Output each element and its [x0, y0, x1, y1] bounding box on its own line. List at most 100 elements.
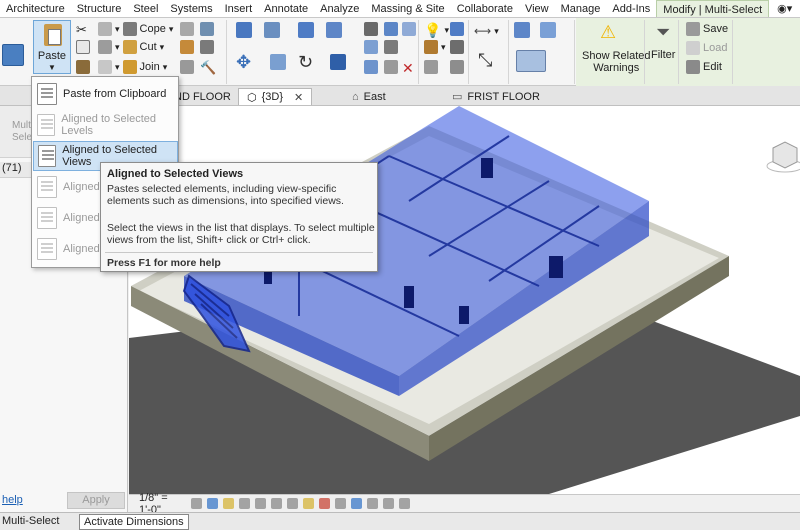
hammer-button[interactable]: 🔨 — [200, 60, 216, 76]
delete-button[interactable]: ✕ — [402, 60, 414, 77]
tab-steel[interactable]: Steel — [127, 0, 164, 17]
load-selection-button[interactable]: Load — [686, 41, 727, 55]
analytical-model-icon[interactable] — [367, 498, 378, 509]
apply-button[interactable]: Apply — [67, 492, 125, 509]
rotate-button[interactable]: ↻ — [298, 52, 313, 73]
cut-to-clipboard-button[interactable]: ✂ — [76, 22, 87, 38]
split-button[interactable] — [364, 22, 378, 36]
view-tool-1-button[interactable] — [450, 22, 464, 36]
unpin-button[interactable] — [384, 60, 398, 74]
sun-path-icon[interactable] — [223, 498, 234, 509]
mirror-axis-button[interactable] — [298, 22, 314, 38]
tab-modify-multi-select[interactable]: Modify | Multi-Select — [656, 0, 770, 17]
pencil-icon — [424, 40, 438, 54]
properties-help-link[interactable]: help — [2, 494, 23, 506]
extra-tool-button[interactable] — [402, 22, 416, 36]
paste-label: Paste — [37, 50, 67, 62]
tab-architecture[interactable]: Architecture — [0, 0, 71, 17]
align-button[interactable] — [236, 22, 252, 38]
tab-collaborate[interactable]: Collaborate — [451, 0, 519, 17]
measure-button[interactable]: ⟷ ▾ — [474, 24, 499, 38]
highlight-displacement-icon[interactable] — [383, 498, 394, 509]
wall-joins-icon — [180, 22, 194, 36]
mirror-draw-icon — [326, 22, 342, 38]
crop-region-icon[interactable] — [287, 498, 298, 509]
tab-view[interactable]: View — [519, 0, 555, 17]
status-tooltip: Activate Dimensions — [79, 514, 189, 530]
show-related-warnings-button[interactable]: Show Related Warnings — [582, 50, 651, 74]
rotate-icon: ↻ — [298, 52, 314, 72]
tab-frist-floor[interactable]: ▭ FRIST FLOOR — [444, 88, 548, 105]
warning-icon: ⚠ — [600, 22, 617, 42]
render-icon[interactable] — [255, 498, 266, 509]
offset-button[interactable] — [264, 22, 280, 38]
menu-item-paste-from-clipboard[interactable]: Paste from Clipboard — [33, 79, 178, 109]
temporary-hide-icon[interactable] — [319, 498, 330, 509]
menu-item-label: Paste from Clipboard — [63, 88, 167, 100]
dimension-button[interactable]: ⤡ — [478, 50, 492, 71]
mirror-draw-button[interactable] — [326, 22, 342, 38]
paste-button[interactable]: Paste ▼ — [33, 20, 71, 74]
create-group-button[interactable] — [514, 22, 530, 38]
tab-east[interactable]: ⌂ East — [344, 88, 394, 105]
tab-structure[interactable]: Structure — [71, 0, 128, 17]
tab-annotate[interactable]: Annotate — [258, 0, 314, 17]
view-tool-2-button[interactable] — [450, 40, 464, 54]
cut-geometry-button[interactable]: ▾ Cut ▾ — [98, 40, 164, 54]
warning-icon-button[interactable]: ⚠ — [600, 22, 616, 43]
crop-view-icon[interactable] — [271, 498, 282, 509]
tab-3d-view[interactable]: ⬡ {3D} ✕ — [238, 88, 313, 105]
reveal-hidden-icon[interactable] — [335, 498, 346, 509]
override-graphics-button[interactable]: ▾ — [424, 40, 446, 54]
save-selection-button[interactable]: Save — [686, 22, 728, 36]
hide-in-view-button[interactable]: 💡 ▾ — [424, 22, 449, 39]
tab-massing-site[interactable]: Massing & Site — [365, 0, 450, 17]
linework-button[interactable] — [424, 60, 438, 74]
chevron-down-icon: ▼ — [48, 63, 56, 72]
create-assembly-button[interactable] — [540, 22, 556, 38]
lock-3d-view-icon[interactable] — [303, 498, 314, 509]
close-icon[interactable]: ✕ — [294, 91, 303, 104]
worksharing-icon[interactable] — [351, 498, 362, 509]
copy-to-clipboard-button[interactable] — [76, 40, 90, 54]
trim-extend-button[interactable] — [330, 54, 346, 70]
shadows-icon[interactable] — [239, 498, 250, 509]
copy-button[interactable] — [270, 54, 286, 70]
modify-tool-button[interactable] — [2, 44, 24, 66]
pin-button[interactable] — [364, 60, 378, 74]
split-element-button[interactable] — [180, 40, 194, 54]
array-button[interactable] — [364, 40, 378, 54]
create-parts-button[interactable] — [516, 50, 546, 72]
tab-add-ins[interactable]: Add-Ins — [606, 0, 656, 17]
demolish-button[interactable] — [200, 40, 214, 54]
join-label: Join — [139, 61, 160, 73]
tab-insert[interactable]: Insert — [219, 0, 259, 17]
ribbon-tab-bar: Architecture Structure Steel Systems Ins… — [0, 0, 800, 18]
view-tool-3-button[interactable] — [450, 60, 464, 74]
clipboard-icon — [37, 83, 57, 105]
tab-analyze[interactable]: Analyze — [314, 0, 365, 17]
match-properties-button[interactable] — [76, 60, 90, 74]
move-button[interactable]: ✥ — [236, 52, 251, 73]
paint-button[interactable] — [200, 22, 214, 36]
join-geometry-button[interactable]: ▾ Join ▾ — [98, 60, 167, 74]
cope-button[interactable]: ▾ Cope ▾ — [98, 22, 173, 36]
menu-item-aligned-to-selected-levels[interactable]: Aligned to Selected Levels — [33, 110, 178, 140]
wall-joins-button[interactable] — [180, 22, 194, 36]
scale-button[interactable] — [384, 40, 398, 54]
filter-button[interactable]: ⏷ Filter — [651, 22, 675, 61]
tab-manage[interactable]: Manage — [555, 0, 607, 17]
detail-level-icon[interactable] — [191, 498, 202, 509]
cut-icon — [122, 40, 137, 54]
tab-systems[interactable]: Systems — [164, 0, 218, 17]
split-gap-button[interactable] — [384, 22, 398, 36]
pin-icon — [364, 60, 378, 74]
ribbon-options-icon[interactable]: ◉▾ — [777, 0, 792, 17]
cope-icon — [98, 22, 112, 36]
group-separator — [732, 20, 733, 84]
edit-selection-button[interactable]: Edit — [686, 60, 722, 74]
constraints-icon[interactable] — [399, 498, 410, 509]
visual-style-icon[interactable] — [207, 498, 218, 509]
pick-button[interactable] — [180, 60, 194, 74]
viewcube[interactable] — [765, 136, 800, 176]
